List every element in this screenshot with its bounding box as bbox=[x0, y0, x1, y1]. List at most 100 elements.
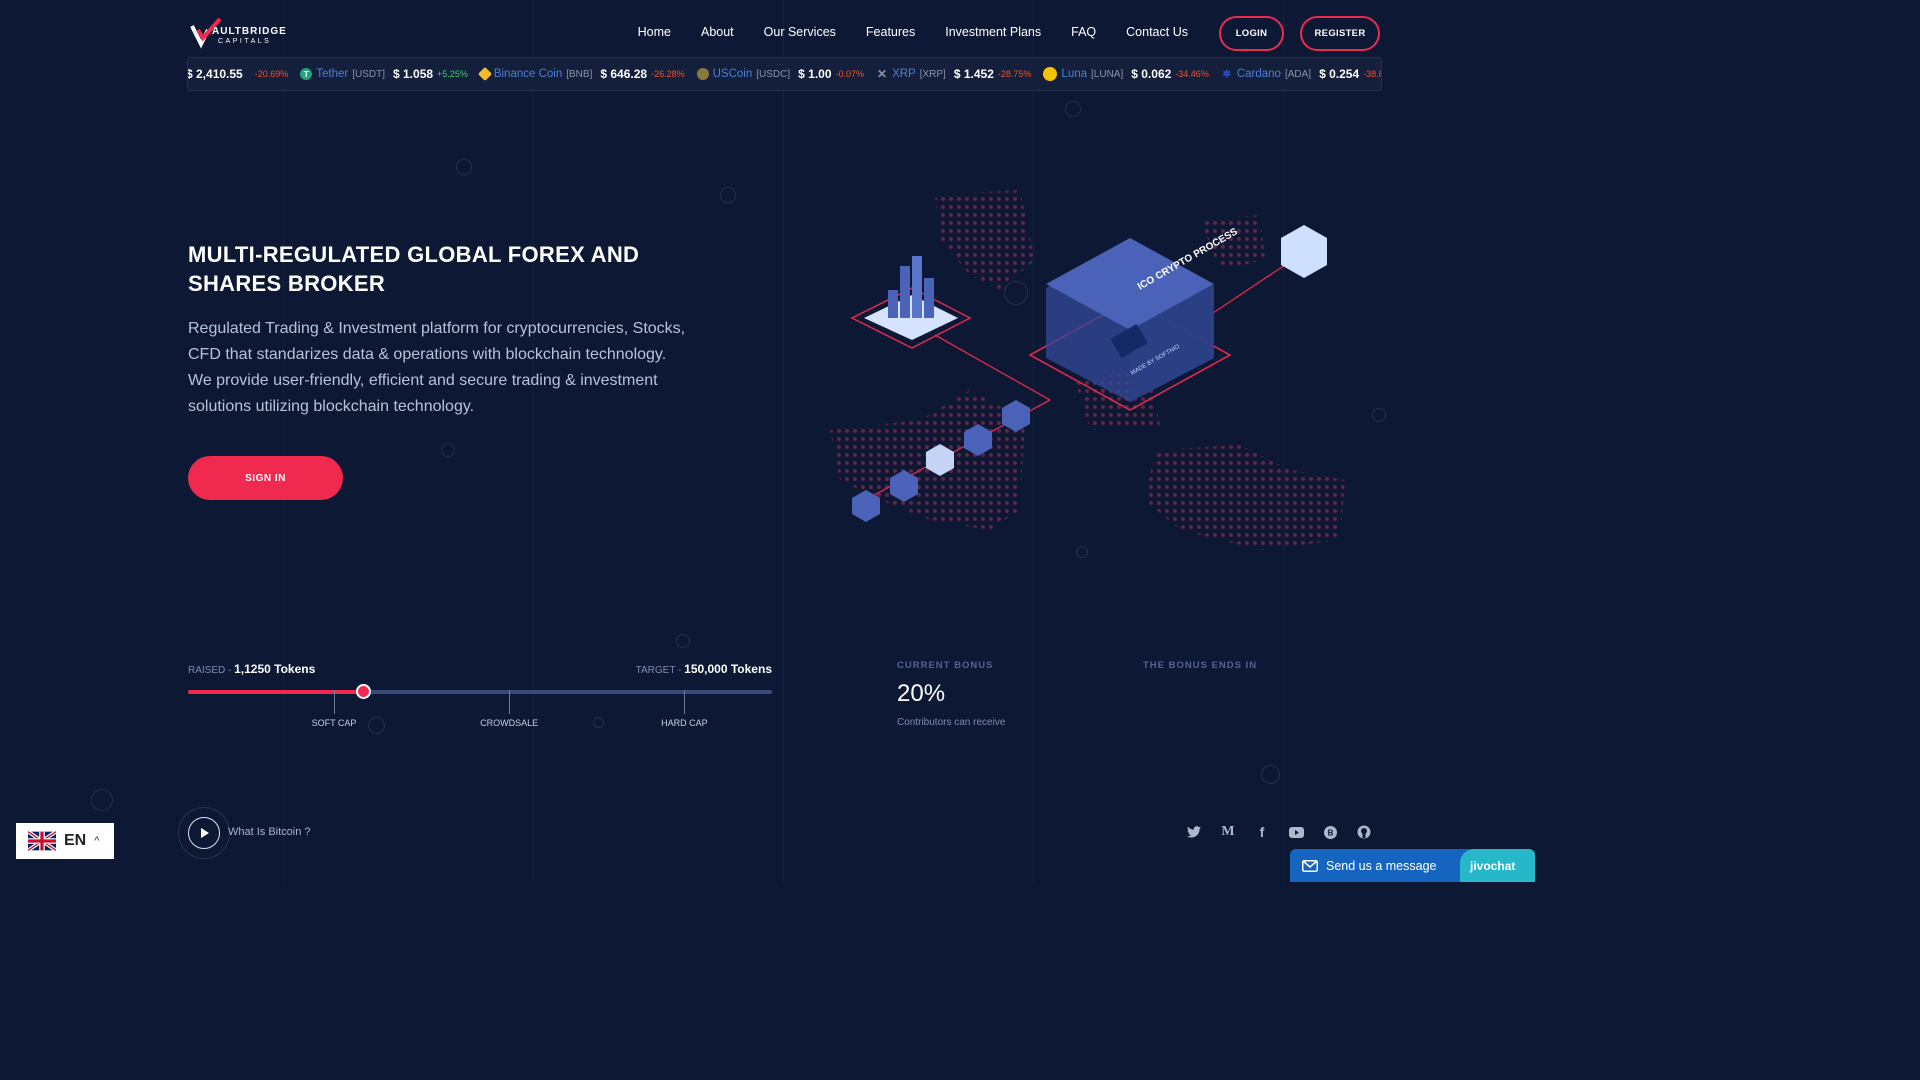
ticker-symbol: [LUNA] bbox=[1091, 68, 1124, 80]
progress-tick bbox=[509, 690, 511, 714]
cardano-icon: ✲ bbox=[1222, 68, 1232, 80]
binance-icon bbox=[477, 66, 492, 82]
mail-icon bbox=[1302, 859, 1318, 872]
deco-circle bbox=[456, 159, 472, 175]
register-button[interactable]: REGISTER bbox=[1300, 16, 1380, 51]
ticker-name: Luna bbox=[1061, 68, 1088, 80]
social-links: M f B bbox=[1186, 824, 1372, 840]
deco-circle bbox=[720, 187, 736, 203]
ticker-item[interactable]: $ 2,410.55 -20.69% bbox=[187, 67, 289, 81]
nav-about[interactable]: About bbox=[701, 25, 734, 39]
ticker-name: XRP bbox=[892, 68, 916, 80]
ticker-name: USCoin bbox=[712, 68, 753, 80]
ticker-symbol: [USDT] bbox=[352, 68, 385, 80]
ticker-change: -20.69% bbox=[254, 69, 289, 79]
tether-icon: T bbox=[300, 68, 313, 80]
grid-line bbox=[283, 0, 284, 882]
chat-label: Send us a message bbox=[1326, 858, 1437, 873]
target-value: 150,000 Tokens bbox=[684, 662, 772, 676]
nav-our-services[interactable]: Our Services bbox=[764, 25, 836, 39]
sign-in-button[interactable]: SIGN IN bbox=[188, 456, 343, 500]
nav-contact-us[interactable]: Contact Us bbox=[1126, 25, 1188, 39]
github-icon[interactable] bbox=[1356, 824, 1372, 840]
play-video-button[interactable] bbox=[188, 817, 220, 849]
ticker-item[interactable]: USCoin [USDC] $ 1.00 -0.07% bbox=[696, 67, 865, 81]
nav-home[interactable]: Home bbox=[638, 25, 671, 39]
ticker-symbol: [USDC] bbox=[756, 68, 791, 80]
ticker-price: $ 1.00 bbox=[798, 67, 832, 81]
token-progress-fill bbox=[188, 690, 364, 694]
deco-circle bbox=[1261, 765, 1280, 784]
play-icon bbox=[201, 828, 209, 838]
ticker-change: +5.25% bbox=[437, 69, 468, 79]
facebook-icon[interactable]: f bbox=[1254, 824, 1270, 840]
blockchain-illustration: ICO CRYPTO PROCESS MADE BY SOFTNIO bbox=[830, 190, 1345, 550]
ticker-change: -0.07% bbox=[835, 69, 865, 79]
ticker-change: -38.87% bbox=[1363, 69, 1381, 79]
ticker-price: $ 646.28 bbox=[600, 67, 648, 81]
chat-widget[interactable]: Send us a message jivochat bbox=[1290, 849, 1535, 882]
luna-icon bbox=[1043, 67, 1058, 81]
ticker-item[interactable]: Luna [LUNA] $ 0.062 -34.46% bbox=[1043, 67, 1209, 81]
ticker-change: -34.46% bbox=[1175, 69, 1209, 79]
target-label: TARGET - bbox=[635, 665, 685, 676]
ticker-item[interactable]: Binance Coin [BNB] $ 646.28 -26.28% bbox=[477, 66, 685, 82]
deco-circle bbox=[593, 717, 604, 728]
xrp-icon: ✕ bbox=[877, 67, 888, 81]
deco-circle bbox=[1372, 408, 1386, 422]
logo-name: AULTBRIDGE bbox=[212, 26, 287, 37]
nav-features[interactable]: Features bbox=[866, 25, 915, 39]
twitter-icon[interactable] bbox=[1186, 824, 1202, 840]
grid-line bbox=[533, 0, 534, 882]
login-button[interactable]: LOGIN bbox=[1219, 16, 1284, 51]
usdc-icon bbox=[696, 68, 709, 80]
uk-flag-icon bbox=[28, 831, 56, 851]
progress-tick-label: CROWDSALE bbox=[480, 718, 539, 728]
ticker-change: -28.75% bbox=[997, 69, 1032, 79]
logo[interactable]: AULTBRIDGE CAPITALS bbox=[190, 16, 290, 50]
logo-subtitle: CAPITALS bbox=[218, 38, 272, 45]
ticker-item[interactable]: T Tether [USDT] $ 1.058 +5.25% bbox=[300, 67, 468, 81]
target-amount: TARGET - 150,000 Tokens bbox=[636, 662, 772, 676]
progress-tick-label: HARD CAP bbox=[661, 718, 708, 728]
ticker-name: Tether bbox=[316, 68, 349, 80]
ticker-price: $ 0.062 bbox=[1131, 67, 1172, 81]
deco-circle bbox=[441, 443, 455, 457]
ticker-change: -26.28% bbox=[651, 69, 685, 79]
ticker-symbol: [ADA] bbox=[1284, 68, 1312, 80]
ticker-symbol: [BNB] bbox=[566, 68, 593, 80]
main-nav: Home About Our Services Features Investm… bbox=[638, 25, 1188, 39]
ticker-name: Binance Coin bbox=[493, 68, 563, 80]
nav-investment-plans[interactable]: Investment Plans bbox=[945, 25, 1041, 39]
ticker-name: Cardano bbox=[1236, 68, 1281, 80]
grid-line bbox=[783, 0, 784, 882]
youtube-icon[interactable] bbox=[1288, 824, 1304, 840]
ticker-price: $ 0.254 bbox=[1319, 67, 1360, 81]
deco-circle bbox=[91, 789, 113, 811]
ticker-item[interactable]: ✲ Cardano [ADA] $ 0.254 -38.87% bbox=[1221, 67, 1381, 81]
bitcoin-icon[interactable]: B bbox=[1322, 824, 1338, 840]
ticker-price: $ 1.452 bbox=[953, 67, 994, 81]
hero-title: MULTI-REGULATED GLOBAL FOREX AND SHARES … bbox=[188, 242, 640, 296]
ticker-price: $ 2,410.55 bbox=[187, 67, 243, 81]
progress-tick bbox=[684, 690, 686, 714]
chevron-up-icon: ^ bbox=[94, 835, 100, 847]
ticker-symbol: [XRP] bbox=[919, 68, 946, 80]
deco-circle bbox=[676, 634, 690, 648]
language-code: EN bbox=[64, 832, 87, 849]
deco-circle bbox=[1065, 101, 1081, 117]
raised-value: 1,1250 Tokens bbox=[234, 662, 316, 676]
raised-amount: RAISED - 1,1250 Tokens bbox=[188, 662, 315, 676]
chat-brand: jivochat bbox=[1460, 849, 1535, 882]
current-bonus-label: CURRENT BONUS bbox=[897, 660, 994, 671]
video-label[interactable]: What Is Bitcoin ? bbox=[228, 826, 311, 838]
bonus-ends-label: THE BONUS ENDS IN bbox=[1143, 660, 1258, 671]
ticker-price: $ 1.058 bbox=[393, 67, 434, 81]
ticker-item[interactable]: ✕ XRP [XRP] $ 1.452 -28.75% bbox=[876, 67, 1031, 81]
medium-icon[interactable]: M bbox=[1220, 824, 1236, 840]
ico-platform: ICO CRYPTO PROCESS MADE BY SOFTNIO bbox=[1028, 226, 1240, 411]
svg-text:B: B bbox=[1327, 828, 1333, 837]
language-selector[interactable]: EN ^ bbox=[16, 823, 114, 859]
nav-faq[interactable]: FAQ bbox=[1071, 25, 1096, 39]
hero-description: Regulated Trading & Investment platform … bbox=[188, 320, 686, 415]
